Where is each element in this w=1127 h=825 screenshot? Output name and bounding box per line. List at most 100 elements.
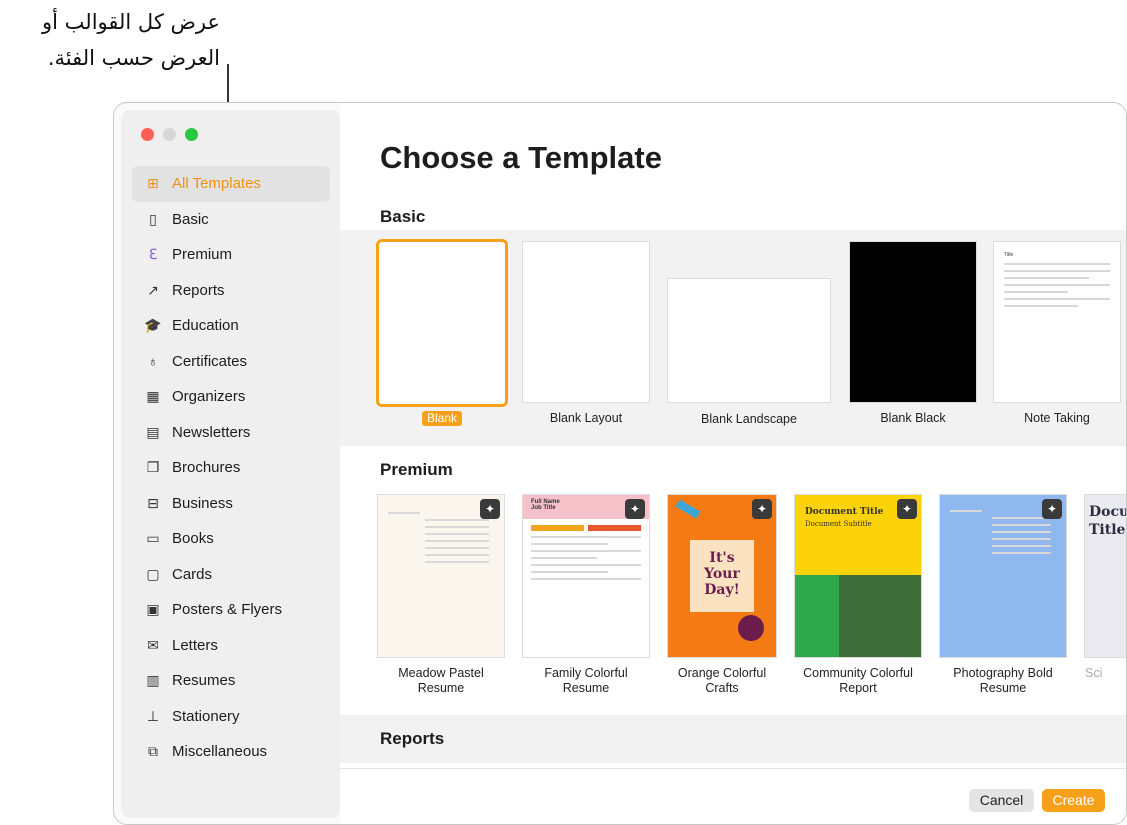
- sidebar-item-label: Reports: [172, 281, 225, 299]
- sidebar-item-label: Organizers: [172, 388, 246, 406]
- resume-icon: ▥: [146, 672, 160, 689]
- sidebar-item-label: Cards: [172, 565, 213, 583]
- organizer-icon: ▦: [146, 388, 160, 405]
- letter-icon: ✉: [147, 636, 159, 653]
- sidebar-item-cards[interactable]: ▢ Cards: [132, 557, 330, 593]
- sidebar-item-label: Brochures: [172, 459, 241, 477]
- premium-icon: ℇ: [148, 246, 158, 263]
- sidebar-item-premium[interactable]: ℇ Premium: [132, 237, 330, 273]
- main-content: Choose a Template Basic Blank Blank Layo…: [340, 103, 1126, 824]
- family-section-bars: [523, 519, 649, 531]
- sidebar-item-label: Stationery: [172, 707, 240, 725]
- template-photography-bold-resume[interactable]: ✦: [940, 495, 1066, 657]
- template-caption-photography: Photography Bold Resume: [953, 666, 1053, 695]
- template-caption-blank-black: Blank Black: [880, 411, 946, 425]
- premium-badge-icon: ✦: [480, 499, 500, 519]
- template-caption-community: Community Colorful Report: [803, 666, 913, 695]
- document-icon: ▯: [149, 210, 157, 227]
- sidebar-item-posters-flyers[interactable]: ▣ Posters & Flyers: [132, 592, 330, 628]
- category-list: ⊞ All Templates ▯ Basic ℇ Premium ↗ Reports 🎓 Edu…: [132, 166, 330, 770]
- sidebar-item-resumes[interactable]: ▥ Resumes: [132, 663, 330, 699]
- close-window-button[interactable]: [141, 128, 154, 141]
- template-caption-blank-landscape: Blank Landscape: [701, 412, 797, 426]
- premium-badge-icon: ✦: [625, 499, 645, 519]
- sidebar-item-label: Books: [172, 530, 214, 548]
- section-heading-premium: Premium: [380, 460, 453, 479]
- sidebar-item-basic[interactable]: ▯ Basic: [132, 202, 330, 238]
- sidebar-item-label: Newsletters: [172, 423, 251, 441]
- graduation-cap-icon: 🎓: [144, 317, 162, 334]
- sidebar-item-books[interactable]: ▭ Books: [132, 521, 330, 557]
- template-meadow-pastel-resume[interactable]: ✦: [378, 495, 504, 657]
- briefcase-icon: ⊟: [147, 494, 159, 511]
- template-chooser-window: ⊞ All Templates ▯ Basic ℇ Premium ↗ Reports 🎓 Edu…: [113, 102, 1127, 825]
- sidebar-item-label: Resumes: [172, 672, 236, 690]
- template-science-partial[interactable]: Docu Title: [1085, 495, 1126, 657]
- sidebar-item-label: All Templates: [172, 175, 261, 193]
- template-blank-layout[interactable]: [523, 242, 649, 402]
- misc-icon: ⧉: [148, 743, 158, 760]
- sidebar-item-label: Basic: [172, 210, 209, 228]
- sidebar-item-organizers[interactable]: ▦ Organizers: [132, 379, 330, 415]
- trend-icon: ↗: [147, 281, 159, 298]
- poster-icon: ▣: [146, 601, 160, 618]
- sidebar-item-certificates[interactable]: ♁ Certificates: [132, 344, 330, 380]
- template-caption-note-taking: Note Taking: [1024, 411, 1090, 425]
- page-title: Choose a Template: [380, 140, 662, 175]
- sidebar: ⊞ All Templates ▯ Basic ℇ Premium ↗ Reports 🎓 Edu…: [121, 110, 341, 818]
- newsletter-icon: ▤: [146, 423, 160, 440]
- orange-card: It's Your Day!: [690, 540, 754, 612]
- sidebar-item-reports[interactable]: ↗ Reports: [132, 273, 330, 309]
- template-blank-landscape[interactable]: [668, 279, 830, 402]
- stamp-icon: ⊥: [146, 707, 160, 724]
- sidebar-item-brochures[interactable]: ❐ Brochures: [132, 450, 330, 486]
- callout-line-1: عرض كل القوالب أو: [42, 10, 220, 34]
- sidebar-item-label: Letters: [172, 636, 218, 654]
- sidebar-item-label: Miscellaneous: [172, 743, 268, 761]
- premium-badge-icon: ✦: [752, 499, 772, 519]
- minimize-window-button[interactable]: [163, 128, 176, 141]
- meadow-lines: [388, 512, 494, 563]
- template-orange-colorful-crafts[interactable]: It's Your Day! ✦: [668, 495, 776, 657]
- sidebar-item-letters[interactable]: ✉ Letters: [132, 628, 330, 664]
- note-taking-lines: [1004, 263, 1110, 307]
- template-caption-family: Family Colorful Resume: [544, 666, 628, 695]
- template-community-colorful-report[interactable]: Document Title Document Subtitle ✦: [795, 495, 921, 657]
- template-caption-meadow: Meadow Pastel Resume: [398, 666, 484, 695]
- cancel-button[interactable]: Cancel: [969, 789, 1034, 812]
- premium-badge-icon: ✦: [1042, 499, 1062, 519]
- callout-text: عرض كل القوالب أو العرض حسب الفئة.: [42, 4, 220, 76]
- sidebar-item-miscellaneous[interactable]: ⧉ Miscellaneous: [132, 734, 330, 770]
- community-photo-block: [795, 575, 921, 657]
- sidebar-item-label: Business: [172, 494, 233, 512]
- sidebar-item-education[interactable]: 🎓 Education: [132, 308, 330, 344]
- template-caption-blank-layout: Blank Layout: [549, 411, 623, 425]
- sidebar-item-label: Premium: [172, 246, 233, 264]
- section-heading-basic: Basic: [380, 207, 426, 226]
- template-family-colorful-resume[interactable]: Full Name Job Title ✦: [523, 495, 649, 657]
- reports-row: [340, 715, 1126, 763]
- brochure-icon: ❐: [146, 459, 160, 476]
- section-heading-reports: Reports: [380, 729, 445, 748]
- create-button[interactable]: Create: [1042, 789, 1105, 812]
- template-caption-science: Sci: [1085, 666, 1103, 680]
- sidebar-item-label: Certificates: [172, 352, 248, 370]
- sidebar-item-business[interactable]: ⊟ Business: [132, 486, 330, 522]
- photography-lines: [950, 510, 1056, 554]
- grid-icon: ⊞: [147, 175, 159, 192]
- premium-badge-icon: ✦: [897, 499, 917, 519]
- template-blank[interactable]: [376, 239, 508, 407]
- zoom-window-button[interactable]: [185, 128, 198, 141]
- template-caption-blank: Blank: [422, 411, 462, 426]
- sidebar-item-label: Education: [172, 317, 239, 335]
- ribbon-icon: ♁: [147, 353, 159, 370]
- note-taking-title: Title: [1004, 252, 1014, 258]
- sidebar-item-all-templates[interactable]: ⊞ All Templates: [132, 166, 330, 202]
- template-note-taking[interactable]: Title: [994, 242, 1120, 402]
- sidebar-item-stationery[interactable]: ⊥ Stationery: [132, 699, 330, 735]
- sidebar-item-label: Posters & Flyers: [172, 601, 283, 619]
- template-blank-black[interactable]: [850, 242, 976, 402]
- dialog-footer: Cancel Create: [340, 768, 1126, 824]
- sidebar-item-newsletters[interactable]: ▤ Newsletters: [132, 415, 330, 451]
- callout-line-2: العرض حسب الفئة.: [47, 46, 220, 70]
